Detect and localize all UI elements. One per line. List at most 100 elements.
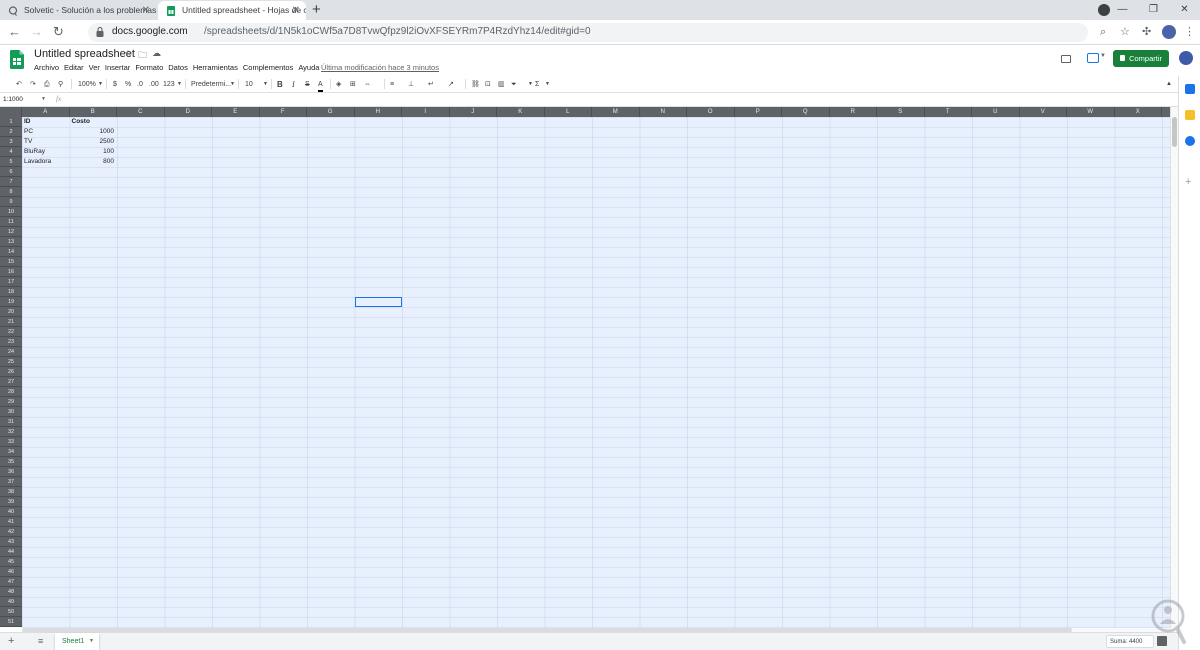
bold-button[interactable]: B — [277, 79, 283, 90]
row-header-39[interactable]: 39 — [0, 497, 22, 507]
add-sheet-button[interactable]: + — [8, 635, 14, 648]
column-header-k[interactable]: K — [497, 107, 545, 117]
row-header-11[interactable]: 11 — [0, 217, 22, 227]
collapse-menu-icon[interactable]: ▲ — [1166, 79, 1172, 90]
row-header-51[interactable]: 51 — [0, 617, 22, 627]
chevron-down-icon[interactable]: ▼ — [1100, 53, 1106, 59]
filter-icon[interactable]: ⏷ — [511, 79, 517, 90]
chevron-down-icon[interactable]: ▼ — [263, 79, 268, 90]
row-header-6[interactable]: 6 — [0, 167, 22, 177]
star-icon[interactable]: ☆ — [124, 48, 132, 59]
scroll-thumb[interactable] — [1172, 117, 1177, 147]
menu-herramientas[interactable]: Herramientas — [193, 63, 238, 72]
chevron-down-icon[interactable]: ▼ — [89, 633, 94, 650]
functions-button[interactable]: Σ — [535, 79, 539, 90]
menu-ver[interactable]: Ver — [89, 63, 100, 72]
column-header-q[interactable]: Q — [782, 107, 830, 117]
tasks-icon[interactable] — [1185, 136, 1195, 146]
column-header-u[interactable]: U — [972, 107, 1020, 117]
zoom-search-icon[interactable]: ⌕ — [1100, 24, 1106, 40]
row-header-18[interactable]: 18 — [0, 287, 22, 297]
google-sheets-logo-icon[interactable] — [10, 50, 24, 69]
url-field[interactable]: docs.google.com /spreadsheets/d/1N5k1oCW… — [88, 23, 1088, 42]
column-header-n[interactable]: N — [640, 107, 687, 117]
menu-insertar[interactable]: Insertar — [105, 63, 130, 72]
sum-status[interactable]: Suma: 4400 — [1106, 635, 1154, 648]
column-header-h[interactable]: H — [355, 107, 402, 117]
name-box[interactable]: 1:1000 — [3, 96, 23, 103]
active-cell[interactable] — [354, 297, 402, 307]
menu-formato[interactable]: Formato — [135, 63, 163, 72]
cell-b3[interactable]: 2500 — [72, 137, 114, 147]
browser-tab-spreadsheet[interactable]: Untitled spreadsheet - Hojas de cálc ✕ — [158, 1, 306, 20]
row-header-36[interactable]: 36 — [0, 467, 22, 477]
insert-chart-icon[interactable]: ▥ — [498, 79, 505, 90]
merge-cells-icon[interactable]: ⇔ — [364, 79, 371, 90]
text-rotation-icon[interactable]: ↗ — [448, 79, 454, 90]
row-header-16[interactable]: 16 — [0, 267, 22, 277]
column-header-v[interactable]: V — [1020, 107, 1067, 117]
row-header-24[interactable]: 24 — [0, 347, 22, 357]
last-edit-link[interactable]: Última modificación hace 3 minutos — [321, 63, 439, 72]
close-tab-icon[interactable]: ✕ — [292, 1, 300, 20]
cell-b2[interactable]: 1000 — [72, 127, 114, 137]
zoom-select[interactable]: 100% — [78, 79, 96, 90]
row-header-49[interactable]: 49 — [0, 597, 22, 607]
spreadsheet-grid[interactable]: ABCDEFGHIJKLMNOPQRSTUVWX 1 2 3 4 5 6 7 8 9 10 11 12… — [0, 107, 1170, 628]
cell-a2[interactable]: PC — [24, 127, 67, 137]
print-icon[interactable]: ⎙ — [44, 79, 50, 90]
column-header-x[interactable]: X — [1115, 107, 1162, 117]
back-arrow-icon[interactable]: ← — [8, 23, 21, 41]
share-button[interactable]: Compartir — [1113, 50, 1169, 67]
row-header-5[interactable]: 5 — [0, 157, 22, 167]
row-header-15[interactable]: 15 — [0, 257, 22, 267]
comment-history-icon[interactable] — [1061, 55, 1071, 63]
redo-icon[interactable]: ↷ — [30, 79, 36, 90]
close-tab-icon[interactable]: ✕ — [142, 1, 150, 20]
strikethrough-button[interactable]: S — [305, 79, 310, 90]
column-header-s[interactable]: S — [877, 107, 925, 117]
calendar-icon[interactable] — [1185, 84, 1195, 94]
cell-b5[interactable]: 800 — [72, 157, 114, 167]
cell-a3[interactable]: TV — [24, 137, 67, 147]
row-header-25[interactable]: 25 — [0, 357, 22, 367]
row-header-8[interactable]: 8 — [0, 187, 22, 197]
document-title[interactable]: Untitled spreadsheet — [34, 48, 135, 60]
text-color-button[interactable]: A — [318, 79, 323, 92]
chevron-down-icon[interactable]: ▼ — [41, 96, 46, 102]
column-header-e[interactable]: E — [212, 107, 260, 117]
account-avatar[interactable] — [1179, 51, 1193, 65]
forward-arrow-icon[interactable]: → — [30, 23, 43, 41]
chrome-menu-icon[interactable]: ⋮ — [1184, 24, 1195, 40]
row-header-14[interactable]: 14 — [0, 247, 22, 257]
select-all-corner[interactable] — [0, 107, 22, 117]
fill-color-icon[interactable]: ◈ — [336, 79, 341, 90]
insert-link-icon[interactable]: ⛓ — [471, 79, 480, 90]
column-header-c[interactable]: C — [117, 107, 165, 117]
row-header-19[interactable]: 19 — [0, 297, 22, 307]
cell-b1[interactable]: Costo — [72, 117, 115, 127]
column-header-w[interactable]: W — [1067, 107, 1115, 117]
row-header-30[interactable]: 30 — [0, 407, 22, 417]
row-header-45[interactable]: 45 — [0, 557, 22, 567]
row-header-29[interactable]: 29 — [0, 397, 22, 407]
chevron-down-icon[interactable]: ▼ — [98, 79, 103, 90]
row-header-22[interactable]: 22 — [0, 327, 22, 337]
cell-a4[interactable]: BluRay — [24, 147, 67, 157]
increase-decimal-button[interactable]: .00 — [149, 79, 159, 90]
row-header-12[interactable]: 12 — [0, 227, 22, 237]
column-header-b[interactable]: B — [70, 107, 117, 117]
new-tab-button[interactable]: + — [312, 1, 321, 19]
row-header-7[interactable]: 7 — [0, 177, 22, 187]
paint-format-icon[interactable]: ⚲ — [58, 79, 63, 90]
borders-icon[interactable]: ⊞ — [350, 79, 356, 90]
row-header-32[interactable]: 32 — [0, 427, 22, 437]
column-header-m[interactable]: M — [592, 107, 640, 117]
row-header-3[interactable]: 3 — [0, 137, 22, 147]
italic-button[interactable]: I — [292, 79, 295, 90]
browser-tab-solvetic[interactable]: Solvetic - Solución a los problemas ✕ — [0, 1, 156, 20]
bookmark-star-icon[interactable]: ☆ — [1120, 24, 1130, 40]
menu-datos[interactable]: Datos — [168, 63, 188, 72]
horizontal-align-icon[interactable]: ≡ — [390, 79, 394, 90]
row-header-20[interactable]: 20 — [0, 307, 22, 317]
